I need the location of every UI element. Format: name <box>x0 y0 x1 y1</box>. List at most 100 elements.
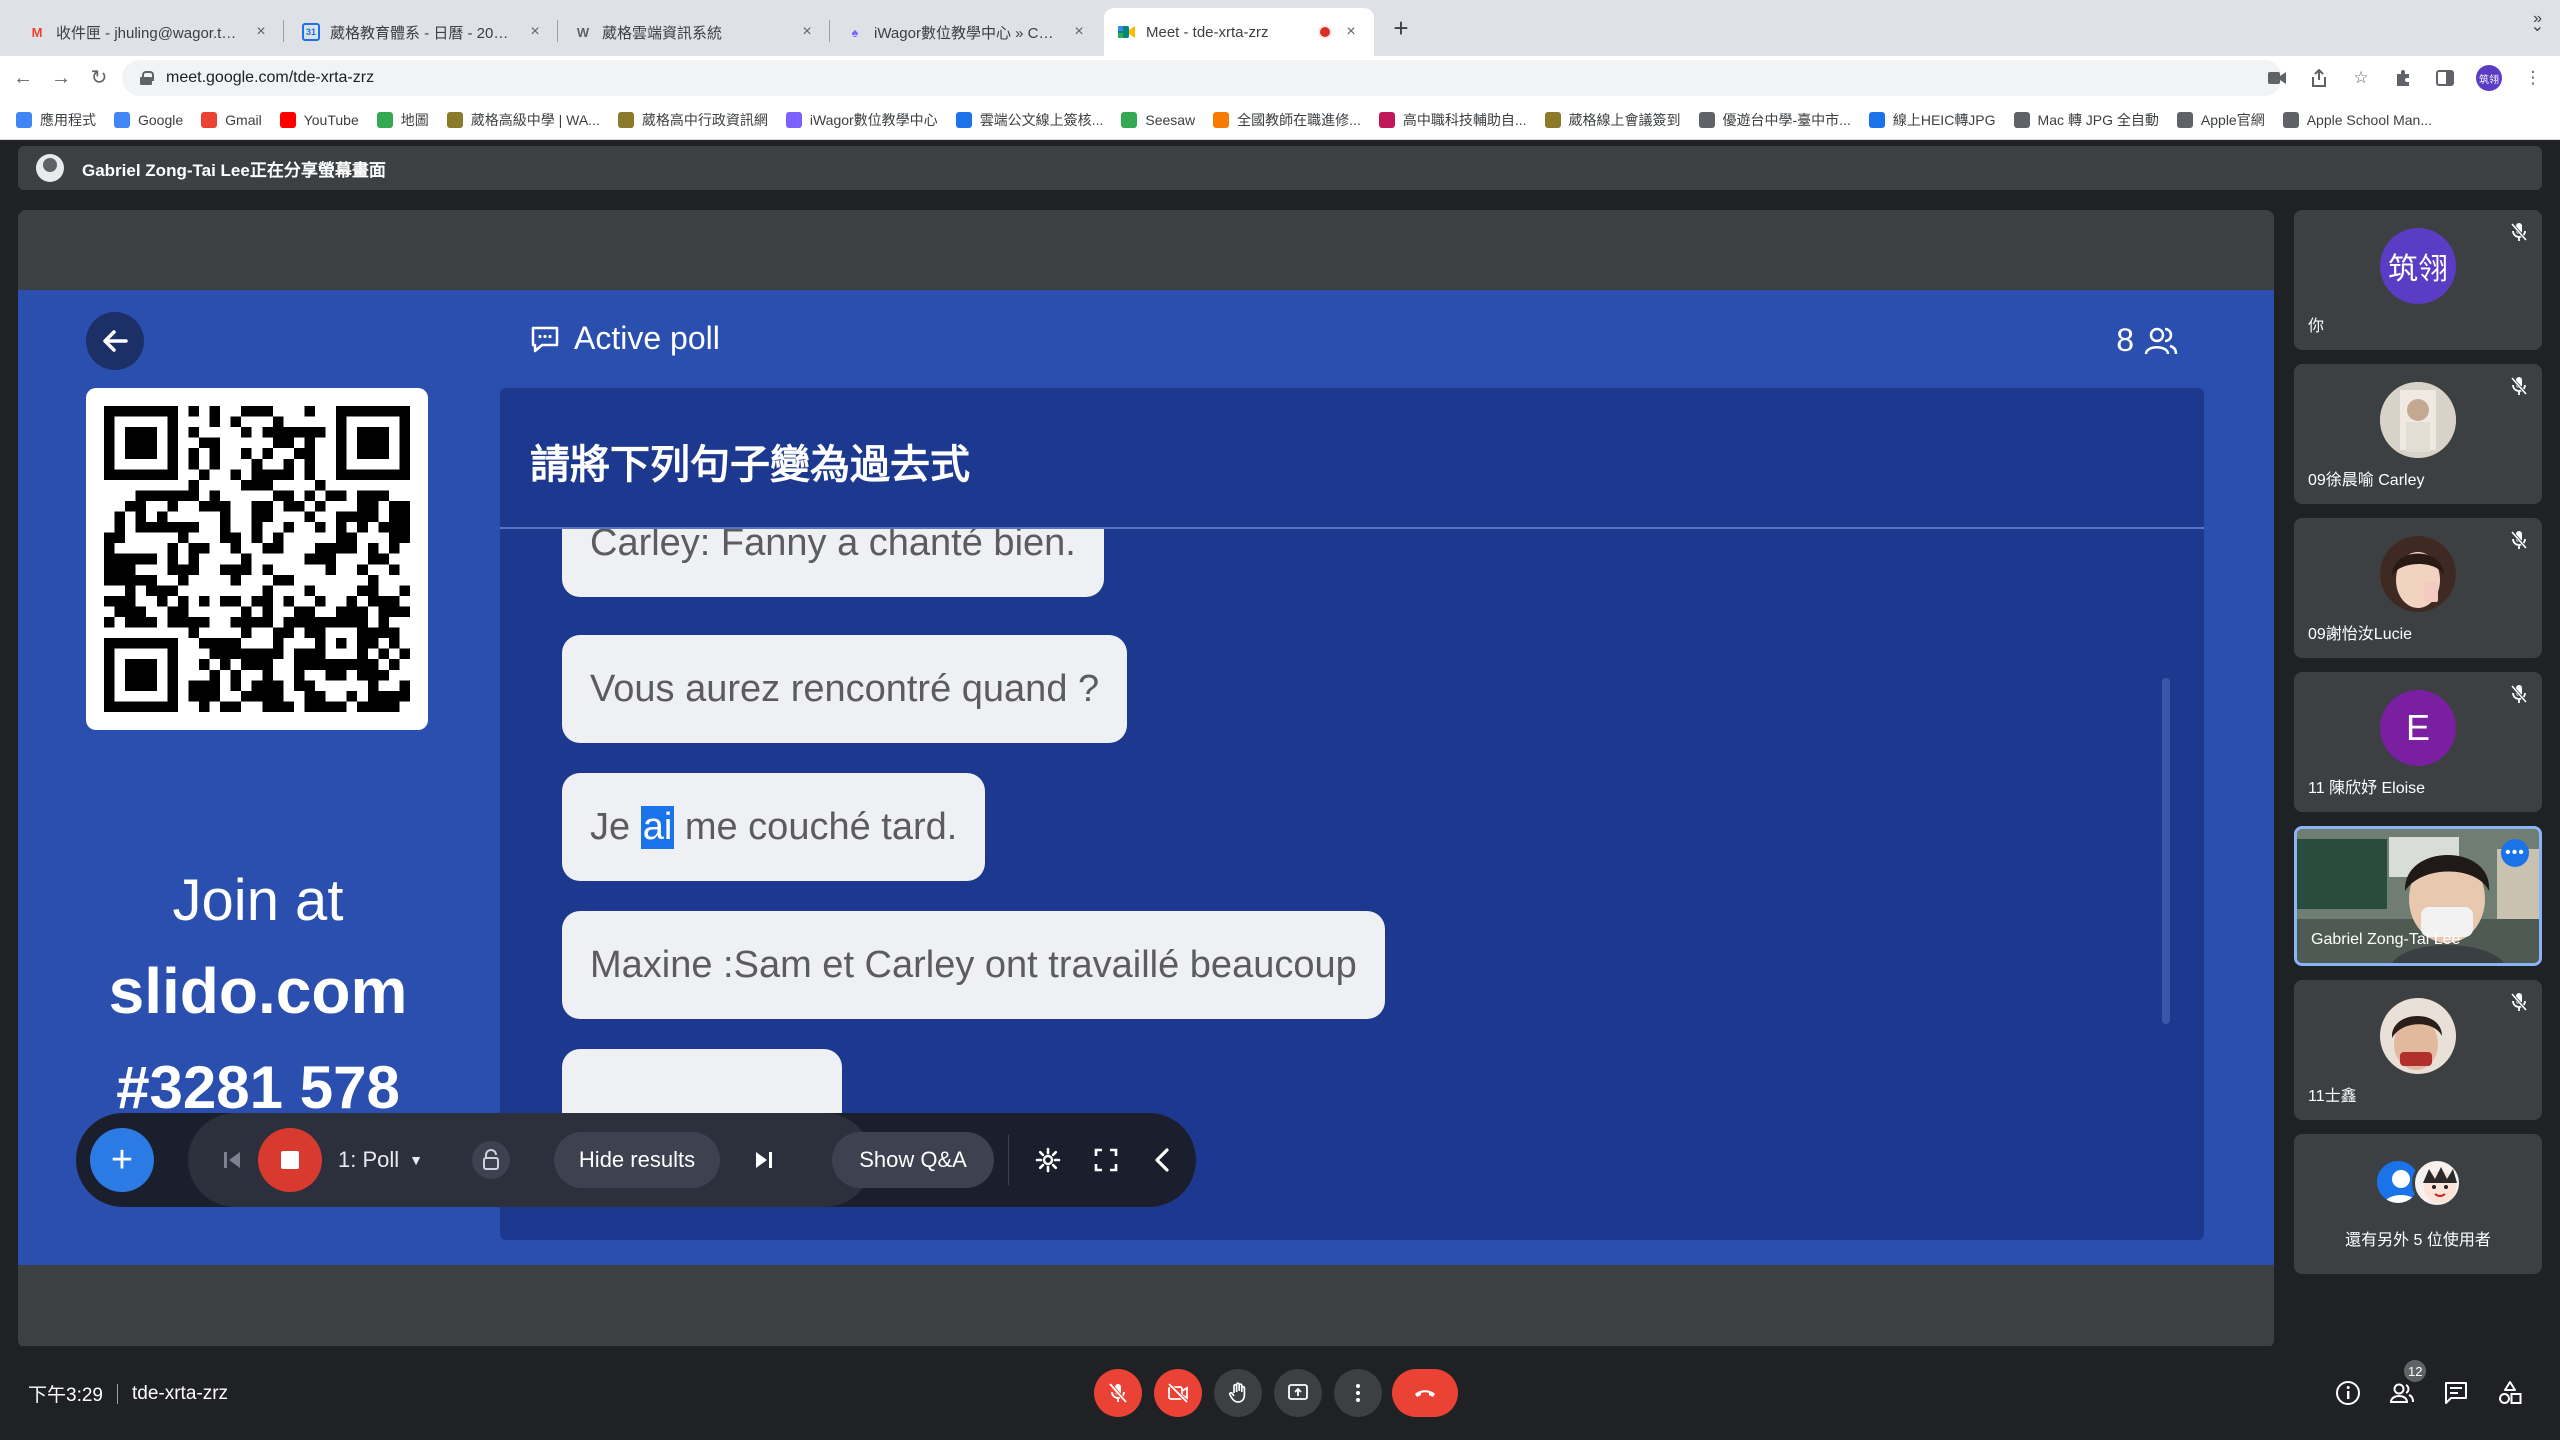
skip-previous-icon[interactable] <box>216 1144 248 1176</box>
bookmark-item[interactable]: 高中職科技輔助自... <box>1378 110 1527 130</box>
bookmark-item[interactable]: 葳格線上會議簽到 <box>1544 110 1681 130</box>
camera-toggle-button[interactable] <box>1154 1369 1202 1417</box>
share-icon[interactable] <box>2308 67 2330 89</box>
more-options-icon[interactable]: ••• <box>2501 839 2529 867</box>
participant-tile-self[interactable]: 筑翎 你 <box>2294 210 2542 350</box>
present-screen-button[interactable] <box>1274 1369 1322 1417</box>
bookmark-item[interactable]: Gmail <box>201 111 262 128</box>
answer-item: Je ai me couché tard. <box>562 773 986 881</box>
tab-title: iWagor數位教學中心 » Category <box>874 24 1060 42</box>
bookmark-item[interactable]: 雲端公文線上簽核... <box>955 110 1104 130</box>
bookmark-item[interactable]: 優遊台中學-臺中市... <box>1698 110 1851 130</box>
bookmark-item[interactable]: 地圖 <box>376 110 429 130</box>
close-icon[interactable]: × <box>798 23 816 41</box>
info-icon[interactable] <box>2334 1379 2362 1407</box>
side-panel-icon[interactable] <box>2434 67 2456 89</box>
back-arrow-icon[interactable] <box>86 312 144 370</box>
bookmark-item[interactable]: 全國教師在職進修... <box>1213 110 1361 130</box>
address-bar[interactable]: meet.google.com/tde-xrta-zrz <box>122 60 2282 96</box>
star-icon[interactable]: ☆ <box>2350 67 2372 89</box>
profile-avatar[interactable]: 筑翎 <box>2476 65 2502 91</box>
bookmark-label: Gmail <box>225 111 262 128</box>
hand-icon <box>1228 1382 1246 1403</box>
bookmark-item[interactable]: Apple官網 <box>2176 110 2265 130</box>
recording-icon <box>1318 25 1332 39</box>
new-tab-button[interactable]: + <box>1386 14 1416 44</box>
others-tile[interactable]: 還有另外 5 位使用者 <box>2294 1134 2542 1274</box>
answer-text: Vous aurez rencontré quand ? <box>590 667 1100 710</box>
participant-counter: 8 <box>2116 322 2178 359</box>
tab-gmail[interactable]: M 收件匣 - jhuling@wagor.tc.edu.tw × <box>14 8 284 56</box>
bookmark-item[interactable]: 葳格高級中學 | WA... <box>446 110 600 130</box>
tab-calendar[interactable]: 31 葳格教育體系 - 日曆 - 2022年5月 × <box>288 8 558 56</box>
tab-title: 葳格教育體系 - 日曆 - 2022年5月 <box>330 24 516 42</box>
poll-selector[interactable]: 1: Poll ▼ <box>338 1144 423 1176</box>
apps-grid-icon <box>16 111 32 128</box>
caret-down-icon: ▼ <box>409 1152 424 1168</box>
answers-scrollbar[interactable] <box>2162 678 2170 1024</box>
back-arrow-icon[interactable]: ← <box>8 56 38 100</box>
tab-meet[interactable]: Meet - tde-xrta-zrz × <box>1104 8 1374 56</box>
participant-tile[interactable]: E 11 陳欣妤 Eloise <box>2294 672 2542 812</box>
participant-tile[interactable]: 09徐晨喻 Carley <box>2294 364 2542 504</box>
more-vert-icon[interactable]: ⋮ <box>2522 67 2544 89</box>
raise-hand-button[interactable] <box>1214 1369 1262 1417</box>
bookmark-item[interactable]: Apple School Man... <box>2282 111 2432 128</box>
bookmark-favicon-icon <box>617 111 634 128</box>
leave-call-button[interactable] <box>1392 1369 1458 1417</box>
activities-icon[interactable] <box>2496 1379 2524 1407</box>
chat-icon[interactable] <box>2442 1379 2470 1407</box>
bookmark-favicon-icon <box>1698 111 1715 128</box>
bookmark-label: 高中職科技輔助自... <box>1402 111 1527 128</box>
join-info: Join at slido.com #3281 578 <box>58 860 458 1136</box>
bookmark-favicon-icon <box>2176 111 2193 128</box>
reload-icon[interactable]: ↻ <box>84 56 114 100</box>
bookmark-label: iWagor數位教學中心 <box>809 111 938 128</box>
more-options-button[interactable] <box>1334 1369 1382 1417</box>
forward-arrow-icon[interactable]: → <box>46 56 76 100</box>
chevron-right-icon[interactable]: » <box>2533 10 2542 28</box>
bookmark-item[interactable]: Mac 轉 JPG 全自動 <box>2013 110 2159 130</box>
fullscreen-icon[interactable] <box>1090 1144 1122 1176</box>
bookmark-item[interactable]: 線上HEIC轉JPG <box>1868 110 1996 130</box>
bookmark-item[interactable]: 應用程式 <box>16 110 96 130</box>
qr-code <box>86 388 428 730</box>
close-icon[interactable]: × <box>252 23 270 41</box>
camera-icon[interactable] <box>2266 67 2288 89</box>
answer-text: Carley: Fanny a chanté bien. <box>590 529 1076 564</box>
settings-gear-icon[interactable] <box>1032 1144 1064 1176</box>
skip-next-icon[interactable] <box>748 1144 780 1176</box>
participant-tile[interactable]: 11士鑫 <box>2294 980 2542 1120</box>
answer-item: Carley: Fanny a chanté bien. <box>562 529 1104 597</box>
extensions-icon[interactable] <box>2392 67 2414 89</box>
chevron-left-icon[interactable] <box>1146 1144 1178 1176</box>
stop-poll-button[interactable] <box>258 1128 322 1192</box>
bookmark-item[interactable]: 葳格高中行政資訊網 <box>617 110 768 130</box>
lock-open-icon[interactable] <box>472 1141 510 1179</box>
hide-results-button[interactable]: Hide results <box>554 1132 720 1188</box>
join-site: slido.com <box>108 955 408 1027</box>
meeting-info: 下午3:29 tde-xrta-zrz <box>28 1380 228 1407</box>
show-qa-button[interactable]: Show Q&A <box>832 1132 994 1188</box>
tab-iwagor[interactable]: ♠ iWagor數位教學中心 » Category × <box>832 8 1102 56</box>
participant-tile-presenter-video[interactable]: ••• Gabriel Zong-Tai Lee <box>2294 826 2542 966</box>
slido-slide: Join at slido.com #3281 578 Active poll … <box>18 290 2274 1265</box>
close-icon[interactable]: × <box>1342 23 1360 41</box>
add-button[interactable]: + <box>90 1128 154 1192</box>
close-icon[interactable]: × <box>1070 23 1088 41</box>
poll-header: Active poll <box>530 320 720 357</box>
mic-toggle-button[interactable] <box>1094 1369 1142 1417</box>
iwagor-icon: ♠ <box>851 24 859 40</box>
close-icon[interactable]: × <box>526 23 544 41</box>
bookmark-item[interactable]: Google <box>114 111 183 128</box>
bookmark-label: 雲端公文線上簽核... <box>979 111 1104 128</box>
bookmark-item[interactable]: Seesaw <box>1121 111 1195 128</box>
video-off-icon <box>1167 1382 1189 1404</box>
participant-tile[interactable]: 09謝怡汝Lucie <box>2294 518 2542 658</box>
people-icon[interactable] <box>2388 1379 2416 1407</box>
tab-wagor-cloud[interactable]: W 葳格雲端資訊系統 × <box>560 8 830 56</box>
avatar <box>2380 998 2456 1074</box>
bookmark-item[interactable]: YouTube <box>279 111 359 128</box>
answer-item: Vous aurez rencontré quand ? <box>562 635 1128 743</box>
bookmark-item[interactable]: iWagor數位教學中心 <box>785 110 938 130</box>
